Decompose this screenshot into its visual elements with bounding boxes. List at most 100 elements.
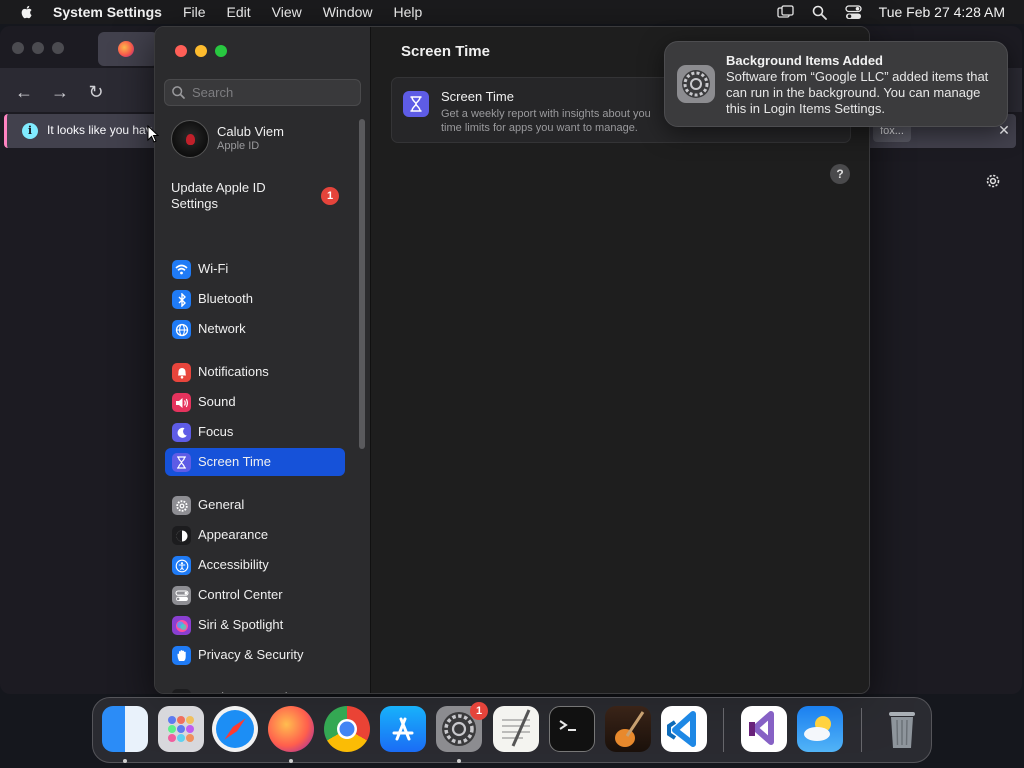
sidebar-item-screen-time[interactable]: Screen Time xyxy=(165,448,345,476)
menu-view[interactable]: View xyxy=(272,4,302,20)
menubar-clock[interactable]: Tue Feb 27 4:28 AM xyxy=(879,4,1005,20)
sidebar-item-desktop-dock[interactable]: Desktop & Dock xyxy=(165,684,345,693)
sidebar-scrollbar[interactable] xyxy=(359,119,365,449)
sidebar-item-label: Desktop & Dock xyxy=(198,690,291,693)
menu-window[interactable]: Window xyxy=(323,4,373,20)
sidebar-item-label: Sound xyxy=(198,394,236,409)
card-title: Screen Time xyxy=(441,89,514,104)
search-placeholder: Search xyxy=(192,85,234,100)
notification-badge: 1 xyxy=(321,187,339,205)
trash-icon[interactable] xyxy=(879,706,925,752)
settings-dock-badge: 1 xyxy=(470,702,488,720)
gear-icon[interactable] xyxy=(984,172,1002,190)
speaker-icon xyxy=(172,393,191,412)
menu-help[interactable]: Help xyxy=(394,4,423,20)
vscode-icon[interactable] xyxy=(661,706,707,752)
sidebar-item-focus[interactable]: Focus xyxy=(165,418,345,446)
page-title: Screen Time xyxy=(401,43,490,60)
notification-title: Background Items Added xyxy=(726,53,883,68)
weather-icon[interactable] xyxy=(797,706,843,752)
update-apple-id-item[interactable]: Update Apple ID Settings xyxy=(171,180,301,212)
sidebar-item-bluetooth[interactable]: Bluetooth xyxy=(165,285,345,313)
siri-icon xyxy=(172,616,191,635)
sidebar-item-sound[interactable]: Sound xyxy=(165,388,345,416)
system-settings-icon xyxy=(677,65,715,103)
screen-mirroring-icon[interactable] xyxy=(777,3,795,21)
firefox-icon[interactable] xyxy=(268,706,314,752)
sidebar-item-control-center[interactable]: Control Center xyxy=(165,581,345,609)
sidebar-item-appearance[interactable]: Appearance xyxy=(165,521,345,549)
app-name-menu[interactable]: System Settings xyxy=(53,4,162,20)
safari-icon[interactable] xyxy=(212,706,258,752)
account-subtitle: Apple ID xyxy=(217,140,260,152)
hourglass-icon xyxy=(403,91,429,117)
visual-studio-icon[interactable] xyxy=(741,706,787,752)
search-field[interactable]: Search xyxy=(164,79,361,106)
terminal-icon[interactable] xyxy=(549,706,595,752)
sidebar-item-label: Siri & Spotlight xyxy=(198,617,284,632)
sidebar-item-label: Appearance xyxy=(198,527,269,542)
menu-edit[interactable]: Edit xyxy=(227,4,251,20)
forward-icon[interactable]: → xyxy=(50,82,70,102)
sidebar-item-general[interactable]: General xyxy=(165,491,345,519)
browser-close-button[interactable] xyxy=(12,42,24,54)
launchpad-icon[interactable] xyxy=(158,706,204,752)
finder-icon[interactable] xyxy=(102,706,148,752)
info-icon: i xyxy=(22,123,38,139)
close-button[interactable] xyxy=(175,45,187,57)
sidebar-item-notifications[interactable]: Notifications xyxy=(165,358,345,386)
browser-tab[interactable] xyxy=(98,32,158,66)
help-button[interactable]: ? xyxy=(830,164,850,184)
dock: 1 xyxy=(92,697,932,763)
browser-zoom-button[interactable] xyxy=(52,42,64,54)
search-icon xyxy=(172,86,185,99)
sidebar-item-label: Notifications xyxy=(198,364,269,379)
dock-icon xyxy=(172,689,191,693)
sidebar-item-label: Privacy & Security xyxy=(198,647,304,662)
sidebar-item-label: Accessibility xyxy=(198,557,269,572)
notification-banner[interactable]: Background Items Added Software from “Go… xyxy=(664,41,1008,127)
running-indicator xyxy=(123,759,127,763)
firefox-icon xyxy=(118,41,134,57)
hand-icon xyxy=(172,646,191,665)
menu-file[interactable]: File xyxy=(183,4,206,20)
browser-minimize-button[interactable] xyxy=(32,42,44,54)
account-name[interactable]: Calub Viem xyxy=(217,124,284,139)
sidebar-item-accessibility[interactable]: Accessibility xyxy=(165,551,345,579)
reload-icon[interactable]: ↻ xyxy=(86,82,106,102)
spotlight-search-icon[interactable] xyxy=(811,3,829,21)
hourglass-icon xyxy=(172,453,191,472)
moon-icon xyxy=(172,423,191,442)
sidebar-item-label: Network xyxy=(198,321,246,336)
gear-icon xyxy=(172,496,191,515)
dock-separator xyxy=(861,708,862,752)
sidebar-item-label: Wi-Fi xyxy=(198,261,229,276)
running-indicator xyxy=(289,759,293,763)
accessibility-icon xyxy=(172,556,191,575)
running-indicator xyxy=(457,759,461,763)
apple-menu-icon[interactable] xyxy=(19,4,35,20)
mouse-cursor xyxy=(147,125,159,143)
sidebar-item-label: General xyxy=(198,497,245,512)
appearance-icon xyxy=(172,526,191,545)
control-center-icon[interactable] xyxy=(845,3,863,21)
avatar[interactable] xyxy=(171,120,209,158)
control-center-icon xyxy=(172,586,191,605)
back-icon[interactable]: ← xyxy=(14,82,34,102)
app-store-icon[interactable] xyxy=(380,706,426,752)
sidebar-item-network[interactable]: Network xyxy=(165,315,345,343)
settings-sidebar: Search Calub Viem Apple ID Update Apple … xyxy=(155,27,371,693)
sidebar-item-siri-spotlight[interactable]: Siri & Spotlight xyxy=(165,611,345,639)
minimize-button[interactable] xyxy=(195,45,207,57)
menu-bar: System Settings File Edit View Window He… xyxy=(0,0,1024,24)
sidebar-item-wi-fi[interactable]: Wi-Fi xyxy=(165,255,345,283)
zoom-button[interactable] xyxy=(215,45,227,57)
info-bar-text: It looks like you hav xyxy=(47,123,152,137)
sidebar-item-label: Screen Time xyxy=(198,454,271,469)
notification-body: Software from “Google LLC” added items t… xyxy=(726,69,989,116)
chrome-icon[interactable] xyxy=(324,706,370,752)
textedit-icon[interactable] xyxy=(493,706,539,752)
sidebar-item-privacy-security[interactable]: Privacy & Security xyxy=(165,641,345,669)
garageband-icon[interactable] xyxy=(605,706,651,752)
sidebar-item-label: Control Center xyxy=(198,587,283,602)
